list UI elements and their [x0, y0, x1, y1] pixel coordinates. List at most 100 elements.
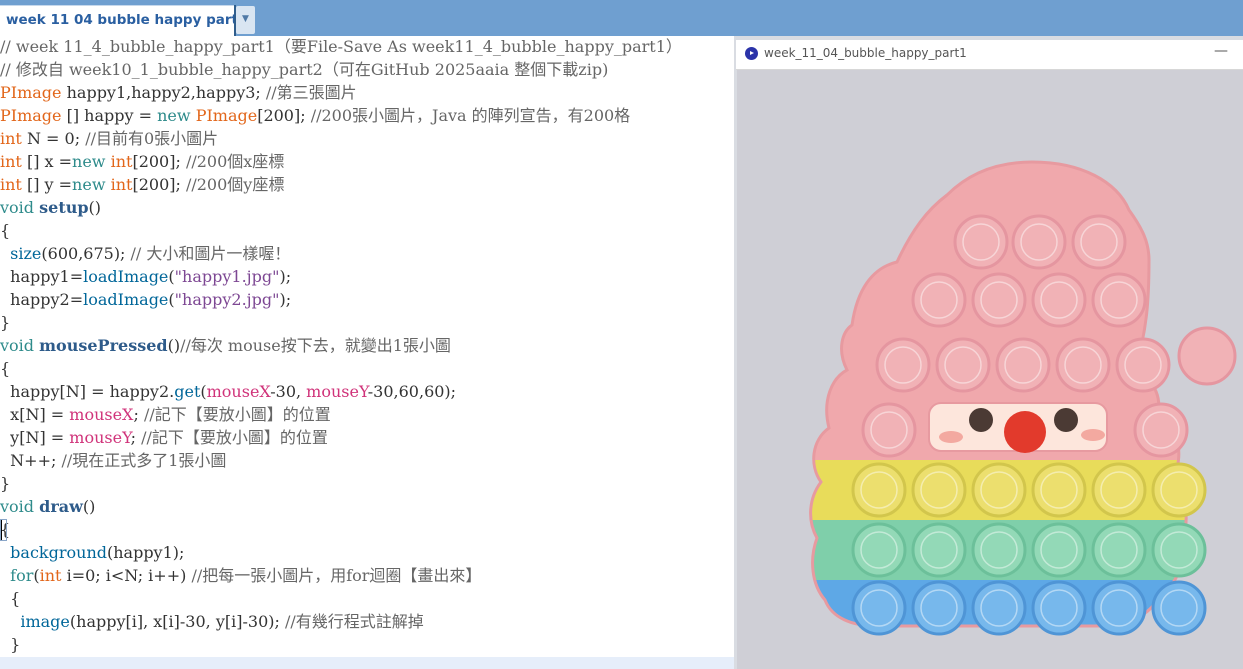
code-token: PImage — [0, 83, 62, 102]
code-token: happy1= — [0, 267, 84, 286]
code-token: (600,675); — [41, 244, 131, 263]
code-token: // week 11_4_bubble_happy_part1（要File-Sa… — [0, 37, 682, 56]
code-token: (happy1); — [106, 543, 185, 562]
code-token: //記下【要放小圖】的位置 — [141, 428, 328, 447]
code-token: happy2= — [0, 290, 84, 309]
code-token: -30, — [270, 382, 307, 401]
code-line: int [] x =new int[200]; //200個x座標 — [0, 150, 284, 173]
code-token: ); — [279, 290, 292, 309]
code-line: for(int i=0; i<N; i++) //把每一張小圖片，用for迴圈【… — [0, 564, 481, 587]
code-token: "happy2.jpg" — [174, 290, 280, 309]
code-token: () — [167, 336, 181, 355]
code-token: [200]; — [257, 106, 311, 125]
code-token: happy1,happy2,happy3; — [61, 83, 266, 102]
code-token: new — [157, 106, 191, 125]
code-token: } — [0, 474, 11, 493]
code-token: mouseX — [206, 382, 271, 401]
code-line: size(600,675); // 大小和圖片一樣喔！ — [0, 242, 290, 265]
code-token: PImage — [195, 106, 258, 125]
code-token: for — [10, 566, 34, 585]
code-token: mouseY — [69, 428, 131, 447]
code-line: happy[N] = happy2.get(mouseX-30, mouseY-… — [0, 380, 456, 403]
code-token: int — [110, 152, 133, 171]
code-line: // 修改自 week10_1_bubble_happy_part2（可在Git… — [0, 58, 608, 81]
tab-menu-arrow-icon[interactable]: ▼ — [236, 6, 255, 34]
text-cursor — [1, 520, 2, 540]
code-line: { — [0, 357, 10, 380]
code-token: (happy[i], x[i]-30, y[i]-30); — [69, 612, 285, 631]
sketch-canvas[interactable] — [737, 70, 1243, 669]
code-token: int — [110, 175, 133, 194]
code-token: [200]; — [132, 152, 186, 171]
code-token: { — [0, 221, 11, 240]
code-token: new — [72, 175, 106, 194]
code-line: void setup() — [0, 196, 101, 219]
code-line: N++; //現在正式多了1張小圖 — [0, 449, 226, 472]
code-line: happy1=loadImage("happy1.jpg"); — [0, 265, 291, 288]
code-token: void — [0, 497, 35, 516]
code-line: y[N] = mouseY; //記下【要放小圖】的位置 — [0, 426, 328, 449]
code-token: x[N] = — [0, 405, 70, 424]
code-token: [] x = — [21, 152, 73, 171]
code-token: i=0; i<N; i++) — [61, 566, 192, 585]
santa-pop-it-image — [737, 70, 1243, 669]
code-token: //現在正式多了1張小圖 — [61, 451, 227, 470]
code-token: //200個x座標 — [185, 152, 285, 171]
code-line: int N = 0; //目前有0張小圖片 — [0, 127, 218, 150]
code-token: get — [174, 382, 201, 401]
code-token: int — [0, 129, 22, 148]
code-token: mouseY — [306, 382, 368, 401]
sketch-window-title: week_11_04_bubble_happy_part1 — [764, 46, 967, 60]
code-token: new — [72, 152, 106, 171]
code-token: int — [0, 152, 22, 171]
code-line: } — [0, 311, 10, 334]
code-token: void — [0, 198, 35, 217]
minimize-button[interactable]: — — [1214, 43, 1228, 59]
code-line: background(happy1); — [0, 541, 184, 564]
code-token: //每次 mouse按下去，就變出1張小圖 — [180, 336, 451, 355]
code-token: happy[N] = happy2. — [0, 382, 175, 401]
code-token: draw — [39, 497, 83, 516]
code-line: void draw() — [0, 495, 95, 518]
sketch-tab-label: week 11 04 bubble happy part1 — [6, 12, 248, 28]
sketch-window-titlebar[interactable]: week_11_04_bubble_happy_part1 — — [736, 40, 1243, 70]
code-line: { — [0, 219, 10, 242]
code-token: mouseX — [69, 405, 134, 424]
code-token: { — [0, 589, 21, 608]
code-token: //第三張圖片 — [265, 83, 357, 102]
code-token: ); — [279, 267, 292, 286]
code-line: int [] y =new int[200]; //200個y座標 — [0, 173, 284, 196]
code-token: loadImage — [83, 290, 169, 309]
code-line: // week 11_4_bubble_happy_part1（要File-Sa… — [0, 36, 682, 58]
code-token: loadImage — [83, 267, 169, 286]
code-token: // 大小和圖片一樣喔！ — [130, 244, 291, 263]
code-token: //200個y座標 — [185, 175, 285, 194]
code-token: int — [0, 175, 22, 194]
code-token: size — [10, 244, 42, 263]
code-token: () — [88, 198, 102, 217]
processing-logo-icon — [745, 47, 758, 60]
code-token: [] happy = — [61, 106, 158, 125]
code-line: x[N] = mouseX; //記下【要放小圖】的位置 — [0, 403, 331, 426]
code-token: [200]; — [132, 175, 186, 194]
code-line: happy2=loadImage("happy2.jpg"); — [0, 288, 291, 311]
code-line: PImage happy1,happy2,happy3; //第三張圖片 — [0, 81, 357, 104]
sketch-tab[interactable]: week 11 04 bubble happy part1 — [0, 5, 247, 36]
code-token: ; — [133, 405, 144, 424]
code-token: setup — [39, 198, 89, 217]
code-token: y[N] = — [0, 428, 70, 447]
code-line: { — [0, 587, 20, 610]
code-line: image(happy[i], x[i]-30, y[i]-30); //有幾行… — [0, 610, 423, 633]
code-token: void — [0, 336, 35, 355]
code-token: { — [0, 359, 11, 378]
code-editor[interactable]: // week 11_4_bubble_happy_part1（要File-Sa… — [0, 36, 734, 669]
code-token: background — [10, 543, 107, 562]
code-line: } — [0, 472, 10, 495]
code-token: mousePressed — [39, 336, 168, 355]
code-token: N++; — [0, 451, 62, 470]
editor-tab-bar: week 11 04 bubble happy part1 ▼ — [0, 0, 1243, 36]
current-line-highlight — [0, 657, 734, 669]
